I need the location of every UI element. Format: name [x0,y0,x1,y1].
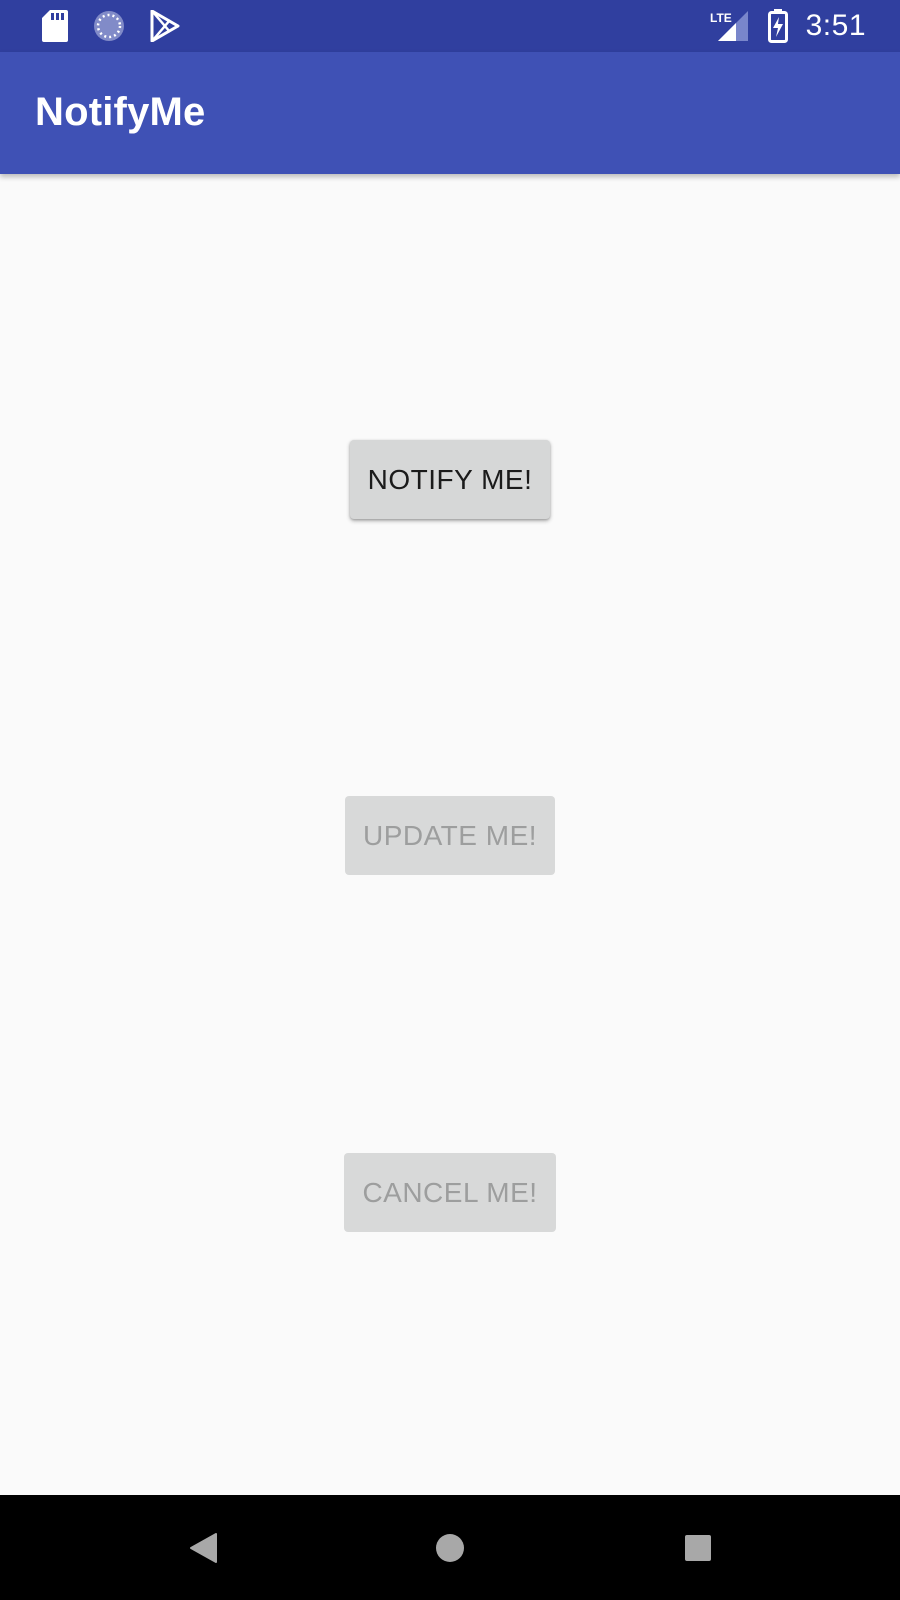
cancel-me-button: CANCEL ME! [344,1153,556,1232]
screen: LTE 3:51 NotifyMe NOTIFY ME! UPDATE ME! … [0,0,900,1600]
status-bar: LTE 3:51 [0,0,900,52]
play-store-icon [150,10,180,42]
notify-me-button[interactable]: NOTIFY ME! [350,440,550,519]
navigation-bar [0,1495,900,1600]
recents-icon [684,1534,712,1562]
recents-button[interactable] [675,1525,721,1571]
app-bar: NotifyMe [0,52,900,174]
home-icon [434,1532,466,1564]
sync-loading-icon [92,9,126,43]
update-me-button: UPDATE ME! [345,796,555,875]
battery-charging-icon [767,9,788,43]
sd-card-icon [42,10,68,42]
app-title: NotifyMe [35,90,206,134]
lte-signal-icon: LTE [710,9,750,43]
status-system-icons: LTE 3:51 [710,6,866,46]
lte-label: LTE [710,11,732,25]
status-time: 3:51 [805,9,866,42]
back-icon [188,1532,218,1564]
back-button[interactable] [180,1525,226,1571]
home-button[interactable] [427,1525,473,1571]
status-notification-icons [42,9,180,43]
